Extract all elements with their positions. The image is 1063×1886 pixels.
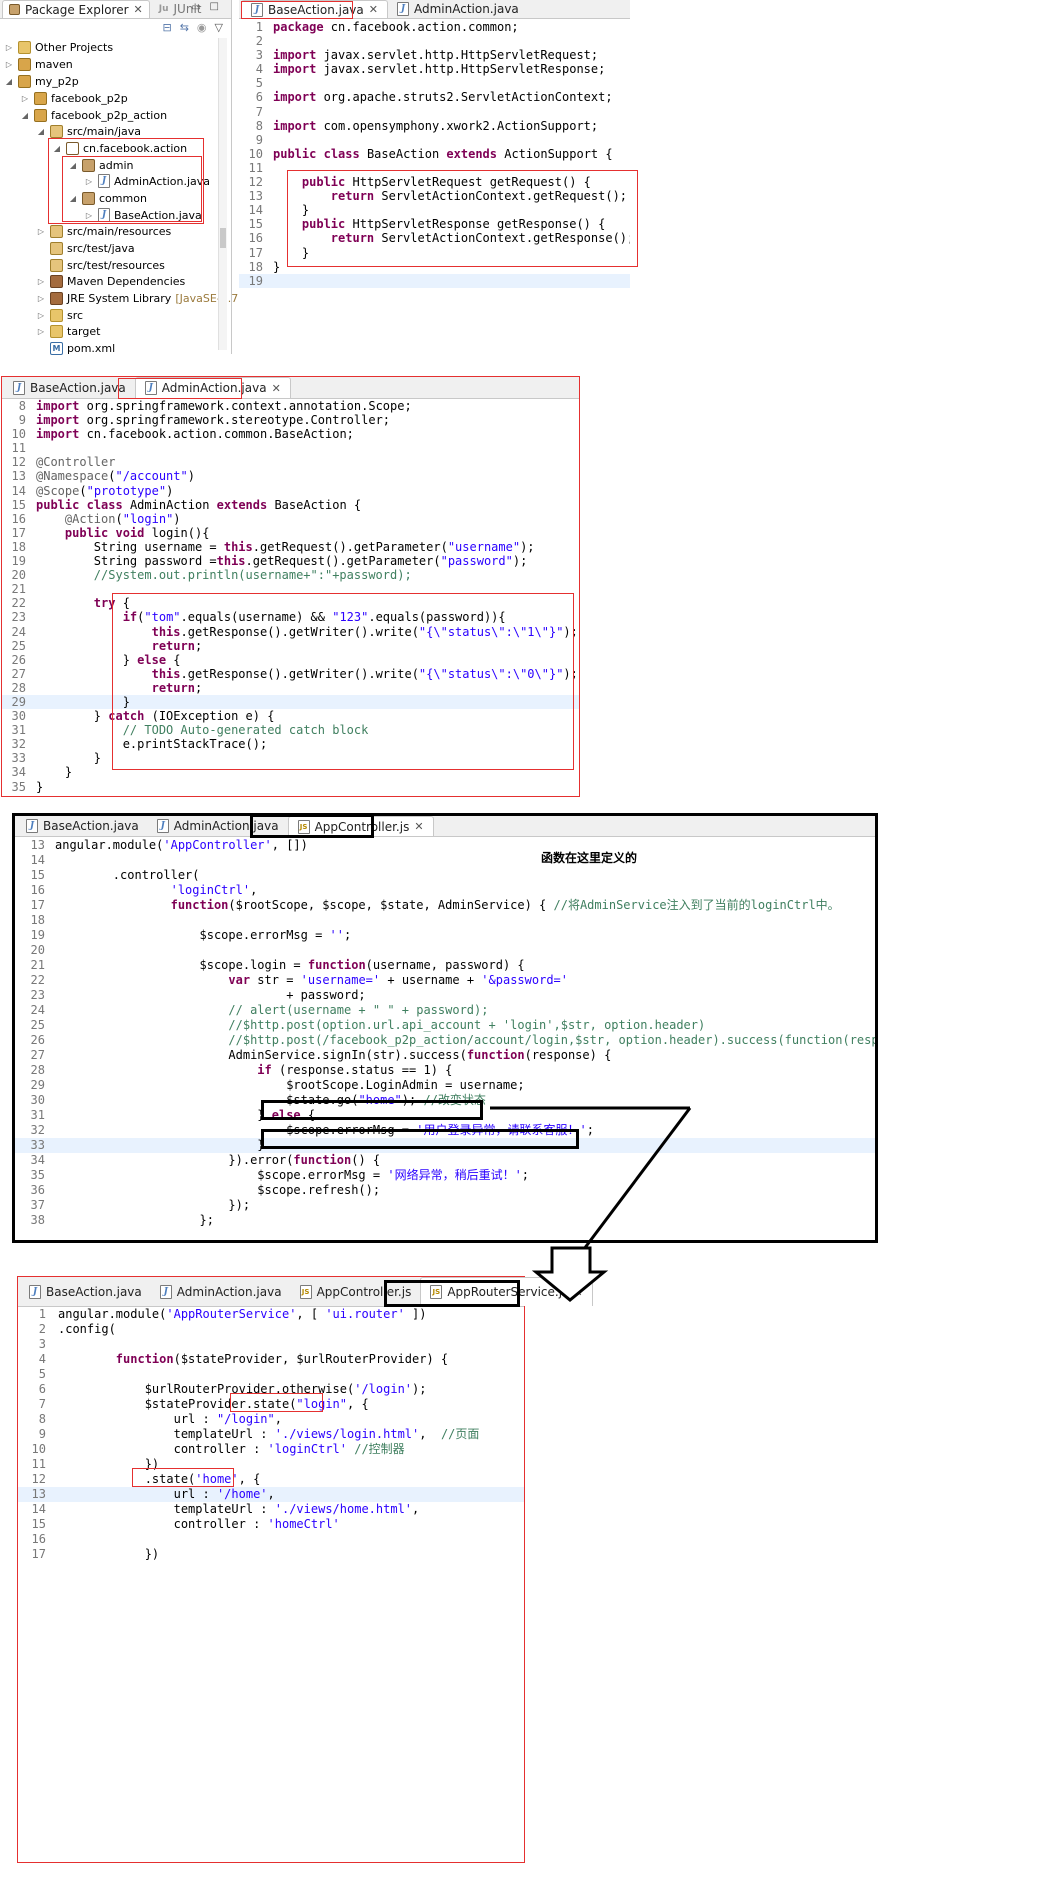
arrow-head — [531, 1246, 609, 1302]
annotation-arrow — [490, 1106, 692, 1302]
arrow-line-diagonal — [570, 1107, 692, 1266]
